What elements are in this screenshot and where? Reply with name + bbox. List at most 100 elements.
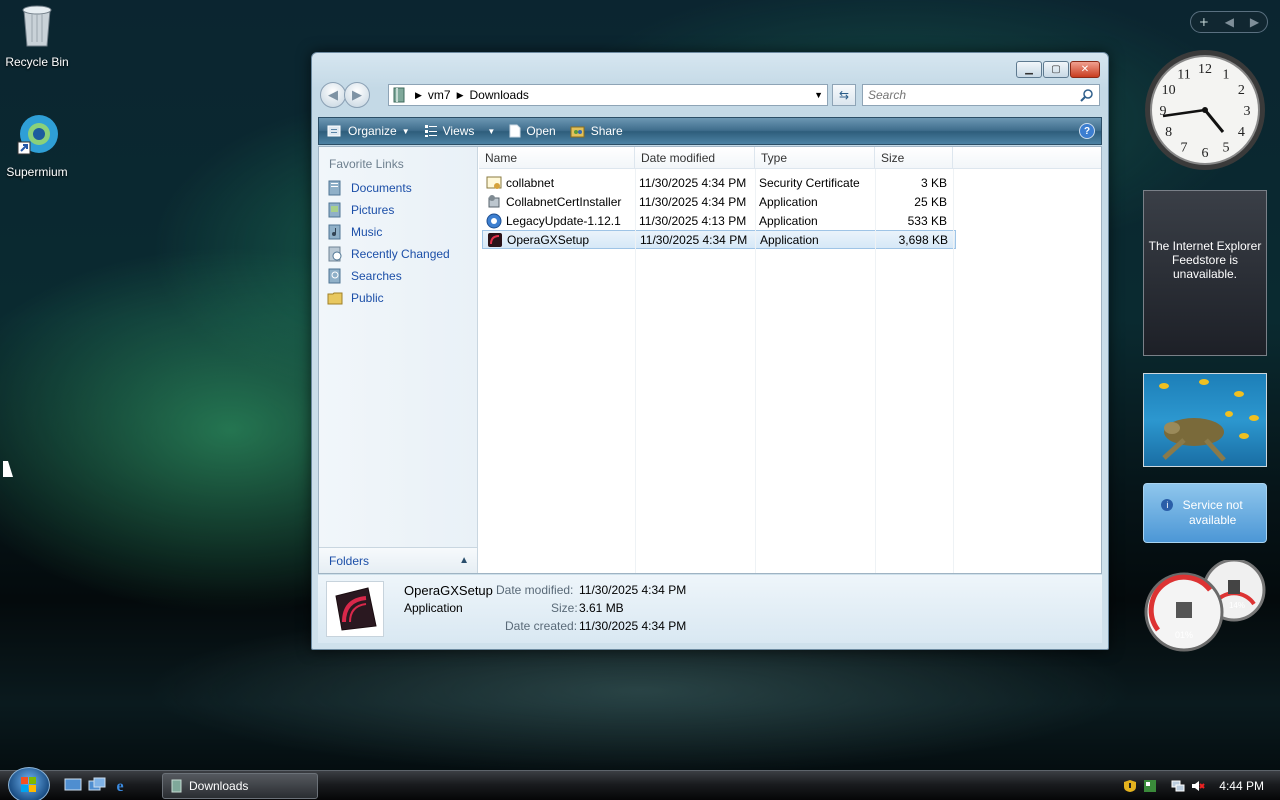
open-document-icon — [509, 124, 521, 138]
open-button[interactable]: Open — [509, 124, 556, 138]
info-icon: i — [1161, 499, 1174, 511]
public-folder-icon — [327, 292, 343, 305]
clock-numeral: 7 — [1181, 140, 1188, 155]
sidebar-item-public[interactable]: Public — [319, 287, 477, 309]
sidebar-item-searches[interactable]: Searches — [319, 265, 477, 287]
internet-explorer-icon[interactable]: e — [111, 777, 129, 793]
refresh-button[interactable]: ⇆ — [832, 84, 856, 106]
address-bar[interactable]: ▶ vm7 ▶ Downloads ▼ — [388, 84, 828, 106]
file-row[interactable]: LegacyUpdate-1.12.1 11/30/2025 4:13 PM A… — [482, 211, 1101, 230]
refresh-icon: ⇆ — [838, 88, 850, 102]
desktop-icon-supermium[interactable]: Supermium — [0, 112, 77, 179]
column-header-name[interactable]: Name — [479, 147, 635, 168]
next-gadget-icon[interactable]: ▶ — [1250, 15, 1259, 29]
organize-button[interactable]: Organize ▼ — [327, 124, 410, 138]
views-button[interactable]: Views ▼ — [424, 124, 495, 138]
taskbar-button-downloads[interactable]: Downloads — [162, 773, 318, 799]
share-button[interactable]: Share — [570, 124, 623, 138]
sidebar-item-documents[interactable]: Documents — [319, 177, 477, 199]
file-size: 3 KB — [920, 175, 947, 190]
system-tray: 4:44 PM — [1123, 771, 1280, 800]
show-desktop-icon[interactable] — [64, 777, 82, 793]
svg-text:e: e — [116, 778, 123, 793]
sidebar-item-music[interactable]: Music — [319, 221, 477, 243]
details-file-type: Application — [404, 601, 463, 615]
details-size-value: 3.61 MB — [579, 601, 624, 615]
slideshow-gadget[interactable] — [1143, 373, 1267, 467]
switch-windows-icon[interactable] — [88, 777, 106, 793]
folder-location-icon — [171, 779, 182, 793]
file-name: LegacyUpdate-1.12.1 — [506, 213, 621, 228]
column-divider — [635, 169, 636, 573]
desktop-icon-recycle-bin[interactable]: Recycle Bin — [0, 2, 77, 69]
address-dropdown-icon[interactable]: ▼ — [814, 90, 823, 100]
certificate-file-icon — [486, 176, 502, 189]
clock-time[interactable]: 4:44 PM — [1219, 779, 1264, 793]
sidebar-item-pictures[interactable]: Pictures — [319, 199, 477, 221]
details-modified-label: Date modified: — [496, 583, 574, 597]
clock-numeral: 11 — [1177, 68, 1190, 83]
gadget-sidebar-controls: + ◀ ▶ — [1190, 11, 1268, 33]
maximize-button[interactable]: ▢ — [1043, 61, 1069, 78]
previous-gadget-icon[interactable]: ◀ — [1225, 15, 1234, 29]
security-shield-icon[interactable] — [1123, 779, 1137, 793]
network-icon[interactable] — [1171, 779, 1185, 793]
breadcrumb-downloads[interactable]: Downloads — [470, 88, 529, 102]
back-button[interactable]: ◀ — [320, 82, 346, 108]
file-row-selected[interactable]: OperaGXSetup 11/30/2025 4:34 PM Applicat… — [482, 230, 956, 249]
back-arrow-icon: ◀ — [328, 87, 338, 103]
favorite-links-heading: Favorite Links — [329, 157, 404, 171]
search-input[interactable] — [863, 88, 1080, 102]
volume-muted-icon[interactable] — [1191, 779, 1206, 793]
file-date: 11/30/2025 4:34 PM — [639, 175, 747, 190]
file-type: Application — [760, 232, 819, 247]
sidebar-item-label: Searches — [351, 269, 402, 283]
clock-numeral: 6 — [1202, 146, 1209, 161]
sidebar-item-label: Documents — [351, 181, 412, 195]
minimize-button[interactable]: ▁ — [1016, 61, 1042, 78]
search-box[interactable] — [862, 84, 1100, 106]
help-button[interactable]: ? — [1079, 123, 1095, 139]
weather-gadget[interactable]: i Service not available — [1143, 483, 1267, 543]
sidebar-item-label: Music — [351, 225, 383, 239]
sidebar-item-label: Pictures — [351, 203, 395, 217]
clock-numeral: 3 — [1244, 104, 1251, 119]
sidebar-item-recently-changed[interactable]: Recently Changed — [319, 243, 477, 265]
feed-headlines-gadget[interactable]: The Internet Explorer Feedstore is unava… — [1143, 190, 1267, 356]
details-size-label: Size: — [551, 601, 578, 615]
cpu-meter-gadget[interactable]: 01% 14% — [1140, 560, 1270, 652]
forward-button[interactable]: ▶ — [344, 82, 370, 108]
add-gadget-icon[interactable]: + — [1199, 15, 1209, 29]
file-date: 11/30/2025 4:34 PM — [640, 232, 748, 247]
weather-service-message: Service not available — [1182, 498, 1243, 527]
navigation-pane: Favorite Links Documents Pictures Music … — [319, 147, 478, 573]
close-icon: ✕ — [1080, 64, 1090, 75]
column-header-size[interactable]: Size — [875, 147, 953, 168]
cpu-percent-text: 01% — [1175, 630, 1193, 640]
start-button[interactable] — [8, 767, 50, 800]
column-divider — [875, 169, 876, 573]
music-icon — [328, 224, 341, 240]
explorer-window[interactable]: ▁ ▢ ✕ ◀ ▶ ▶ vm7 ▶ Downloads ▼ ⇆ Organize… — [311, 52, 1109, 650]
updates-icon[interactable] — [1143, 779, 1157, 793]
column-divider — [953, 169, 954, 573]
documents-icon — [328, 180, 341, 196]
column-header-type[interactable]: Type — [755, 147, 875, 168]
windows-logo-icon — [21, 777, 36, 792]
clock-gadget[interactable]: 12 1234567891011 — [1143, 48, 1267, 172]
folders-toggle[interactable]: Folders ▲ — [319, 547, 477, 573]
column-header-date-modified[interactable]: Date modified — [635, 147, 755, 168]
taskbar-button-label: Downloads — [189, 779, 249, 793]
clock-numeral: 10 — [1162, 83, 1176, 98]
sea-turtle-photo — [1159, 379, 1259, 462]
file-row[interactable]: CollabnetCertInstaller 11/30/2025 4:34 P… — [482, 192, 1101, 211]
chevron-up-icon: ▲ — [459, 555, 469, 566]
file-size: 3,698 KB — [898, 232, 948, 247]
file-row[interactable]: collabnet 11/30/2025 4:34 PM Security Ce… — [482, 173, 1101, 192]
breadcrumb-vm7[interactable]: vm7 — [428, 88, 451, 102]
memory-percent-text: 14% — [1229, 601, 1245, 610]
close-button[interactable]: ✕ — [1070, 61, 1100, 78]
searches-icon — [328, 268, 341, 284]
file-type: Application — [759, 194, 818, 209]
search-icon[interactable] — [1080, 88, 1094, 102]
